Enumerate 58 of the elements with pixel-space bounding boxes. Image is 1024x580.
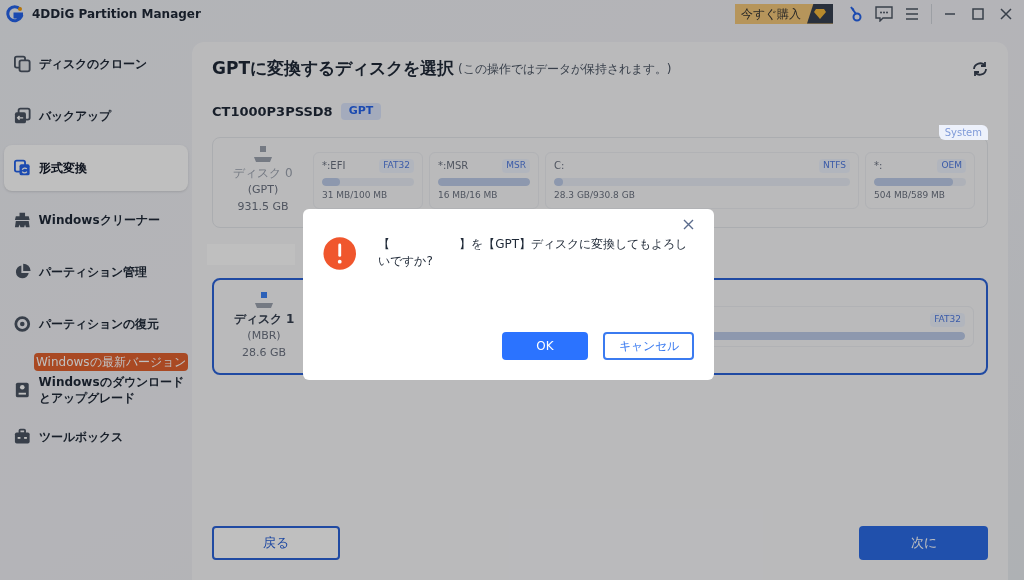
page-title: GPTに変換するディスクを選択 (212, 57, 454, 80)
backup-icon (14, 107, 31, 125)
cancel-button[interactable]: キャンセル (603, 332, 694, 360)
sidebar-item[interactable]: 形式変換 (4, 145, 188, 191)
filesystem-tag: FAT32 (930, 313, 965, 327)
refresh-icon[interactable] (972, 60, 988, 77)
key-icon[interactable] (849, 5, 863, 22)
broom-icon (14, 211, 31, 229)
partition-scheme: (GPT) (247, 182, 279, 198)
app-logo (6, 4, 24, 23)
usage-text: 16 MB/16 MB (438, 188, 499, 202)
disk-model: CT1000P3PSSD8 (212, 102, 333, 121)
filesystem-tag: NTFS (819, 159, 850, 173)
toolbox-icon (14, 428, 31, 446)
sidebar-item[interactable]: Windowsクリーナー (4, 197, 188, 243)
gpt-tag: GPT (340, 103, 382, 120)
warning-icon (323, 236, 357, 271)
system-tag: System (938, 125, 988, 140)
menu-icon[interactable] (905, 7, 919, 20)
disk-label: ディスク 1 (233, 311, 295, 328)
new-version-badge: Windowsの最新バージョン (34, 353, 188, 371)
close-icon[interactable] (683, 219, 694, 230)
partition-name: *: (874, 159, 883, 174)
page-subtitle: (この操作ではデータが保持されます。) (458, 60, 672, 78)
sidebar-item[interactable]: パーティションの復元 (4, 301, 188, 347)
sidebar-item[interactable]: ディスクのクローン (4, 41, 188, 87)
partition-name: C: (554, 159, 565, 174)
maximize-icon[interactable] (972, 7, 984, 20)
pie-chart-icon (14, 263, 31, 281)
filesystem-tag: FAT32 (379, 159, 414, 173)
drive-icon (14, 381, 31, 399)
disk-label: ディスク 0 (233, 165, 293, 182)
usage-text: 504 MB/589 MB (874, 188, 946, 202)
app-title: 4DDiG Partition Manager (32, 5, 201, 23)
feedback-icon[interactable] (875, 5, 893, 22)
drive-icon (252, 146, 274, 164)
filesystem-tag: MSR (502, 159, 530, 173)
sidebar-item[interactable]: パーティション管理 (4, 249, 188, 295)
back-button[interactable]: 戻る (212, 526, 340, 560)
convert-icon (14, 159, 31, 177)
partition-name: *:EFI (322, 159, 346, 174)
usage-text: 28.3 GB/930.8 GB (554, 188, 636, 202)
partition-name: *:MSR (438, 159, 469, 174)
clone-icon (14, 55, 31, 73)
buy-button[interactable]: 今すぐ購入 (735, 3, 833, 24)
drive-icon (253, 292, 275, 310)
next-button[interactable]: 次に (859, 526, 988, 560)
usage-text: 31 MB/100 MB (322, 188, 389, 202)
confirm-message: 【 】を【GPT】ディスクに変換してもよろしいですか? (378, 236, 688, 270)
close-icon[interactable] (1000, 7, 1012, 20)
ok-button[interactable]: OK (502, 332, 588, 360)
restore-icon (14, 315, 31, 333)
sidebar-item[interactable]: ツールボックス (4, 414, 188, 460)
partition-scheme: (MBR) (247, 328, 281, 344)
disk-size: 931.5 GB (237, 198, 289, 215)
disk-size: 28.6 GB (241, 344, 287, 361)
sidebar-item[interactable]: バックアップ (4, 93, 188, 139)
filesystem-tag: OEM (937, 159, 966, 173)
